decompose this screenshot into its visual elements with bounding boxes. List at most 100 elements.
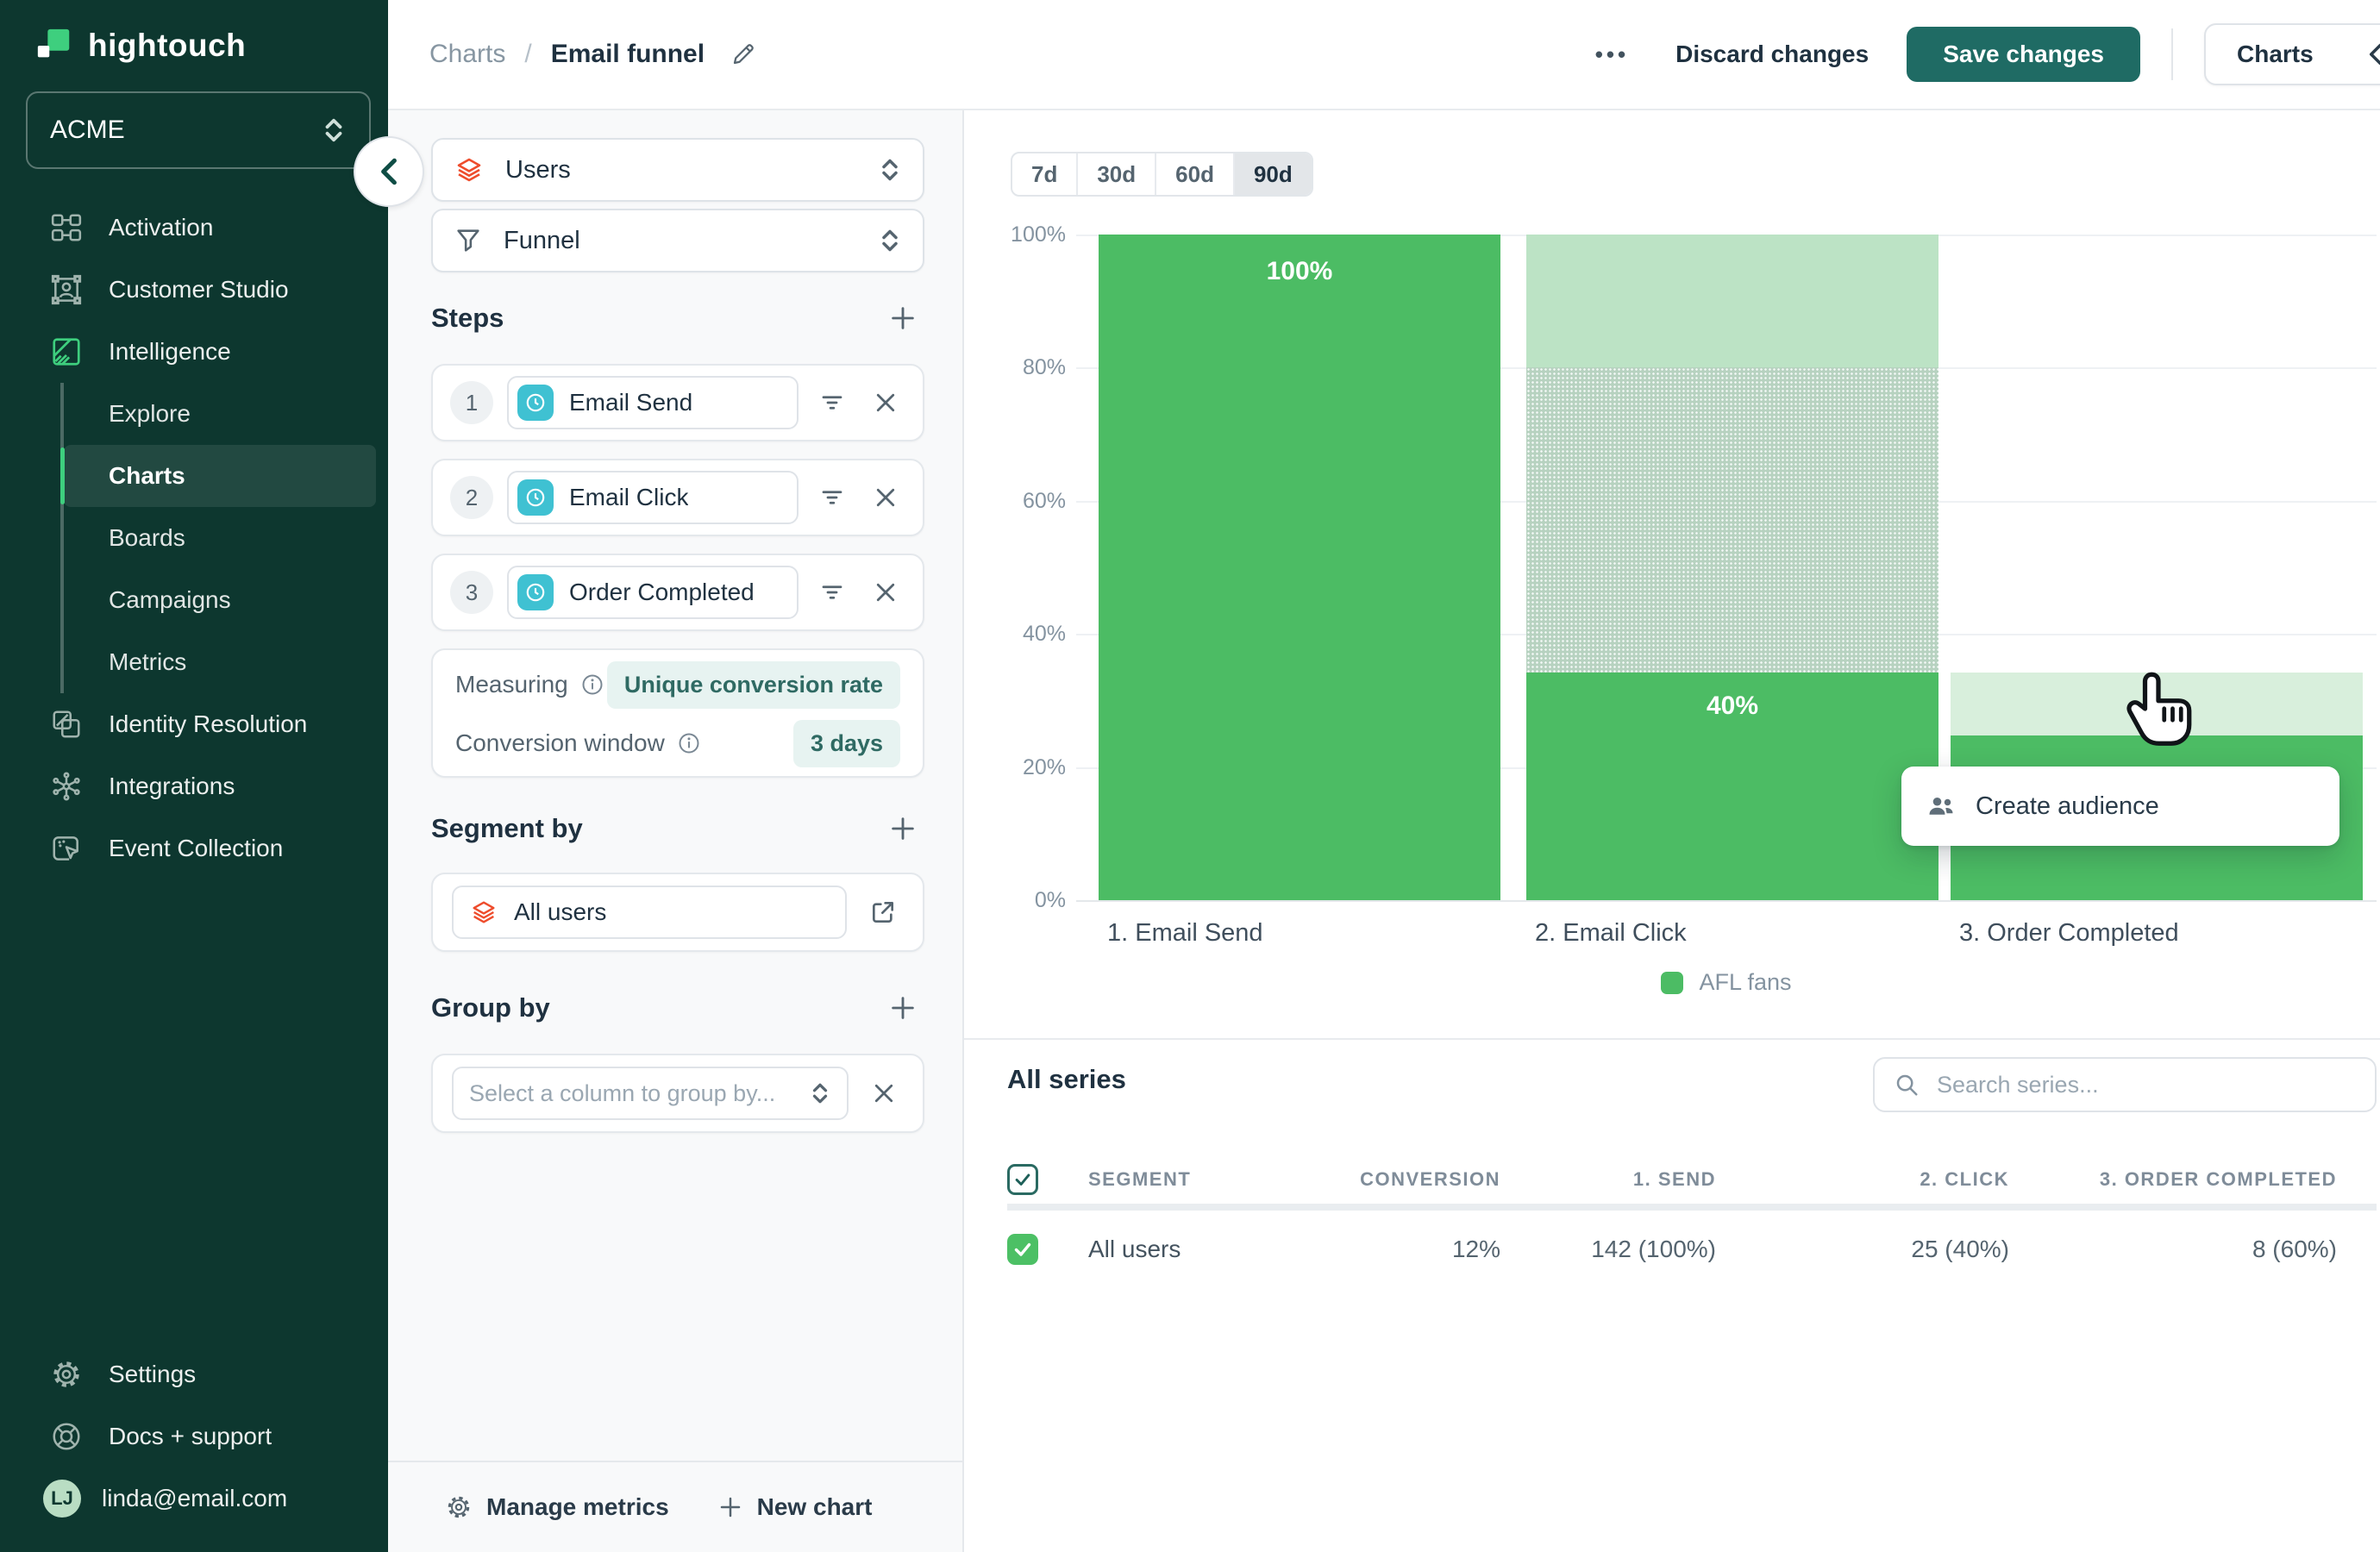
step-row-2: 2 Email Click [431, 459, 924, 536]
add-segment-button[interactable] [881, 807, 924, 850]
range-60d-button[interactable]: 60d [1155, 153, 1233, 195]
event-clock-icon [517, 385, 554, 421]
remove-step-icon[interactable] [866, 478, 905, 517]
create-audience-label: Create audience [1976, 792, 2159, 821]
search-series-input[interactable] [1935, 1071, 2356, 1099]
chart-type-select[interactable]: Funnel [431, 209, 924, 272]
sidebar-item-docs-support[interactable]: Docs + support [0, 1405, 388, 1468]
step-event-name: Email Send [569, 389, 692, 416]
config-footer: Manage metrics New chart [388, 1461, 962, 1552]
chart-config-panel: Users Funnel Steps [388, 110, 964, 1552]
steps-title: Steps [431, 303, 504, 334]
sidebar-item-event-collection[interactable]: Event Collection [0, 817, 388, 879]
sidebar-item-activation[interactable]: Activation [0, 197, 388, 259]
charts-panel-label: Charts [2237, 41, 2314, 68]
select-all-checkbox[interactable] [1007, 1164, 1038, 1195]
segment-value: All users [514, 898, 606, 926]
avatar: LJ [43, 1480, 81, 1518]
range-90d-button[interactable]: 90d [1233, 153, 1312, 195]
sidebar-item-label: Metrics [109, 648, 186, 676]
funnel-bar-email-click-selected-dropoff[interactable] [1526, 367, 1938, 673]
funnel-bar-email-click-converted[interactable]: 40% [1526, 673, 1938, 900]
add-step-button[interactable] [881, 297, 924, 340]
save-changes-button[interactable]: Save changes [1907, 27, 2140, 82]
sidebar-item-identity-resolution[interactable]: Identity Resolution [0, 693, 388, 755]
identity-resolution-icon [50, 708, 83, 741]
step-event-select[interactable]: Email Click [507, 471, 799, 524]
filter-icon[interactable] [812, 478, 852, 517]
sidebar-item-intelligence[interactable]: Intelligence [0, 321, 388, 383]
column-header-conversion[interactable]: CONVERSION [1347, 1168, 1500, 1191]
sidebar-item-label: Boards [109, 524, 185, 552]
discard-changes-button[interactable]: Discard changes [1638, 41, 1907, 68]
funnel-bar-email-send[interactable]: 100% [1099, 235, 1500, 900]
info-icon[interactable] [677, 731, 701, 755]
y-axis-tick: 100% [971, 222, 1066, 247]
new-chart-button[interactable]: New chart [717, 1493, 873, 1521]
step-event-select[interactable]: Order Completed [507, 566, 799, 619]
new-chart-label: New chart [757, 1493, 873, 1521]
sidebar-item-boards[interactable]: Boards [64, 507, 376, 569]
remove-step-icon[interactable] [866, 383, 905, 422]
sidebar-item-label: Customer Studio [109, 276, 289, 304]
sidebar-item-account[interactable]: LJ linda@email.com [0, 1468, 388, 1530]
cell-click: 25 (40%) [1716, 1236, 2009, 1263]
chevron-updown-icon [809, 1080, 831, 1106]
sidebar-item-integrations[interactable]: Integrations [0, 755, 388, 817]
create-audience-menu-item[interactable]: Create audience [1901, 767, 2339, 846]
search-series-box[interactable] [1873, 1057, 2377, 1112]
workspace-selector[interactable]: ACME [26, 91, 371, 169]
y-axis-tick: 20% [971, 755, 1066, 780]
group-by-placeholder: Select a column to group by... [469, 1080, 775, 1107]
sidebar-item-customer-studio[interactable]: Customer Studio [0, 259, 388, 321]
sidebar-item-metrics[interactable]: Metrics [64, 631, 376, 693]
step-event-name: Email Click [569, 484, 688, 511]
sidebar-item-explore[interactable]: Explore [64, 383, 376, 445]
sidebar-item-campaigns[interactable]: Campaigns [64, 569, 376, 631]
parent-model-select[interactable]: Users [431, 138, 924, 202]
group-by-header: Group by [431, 986, 924, 1029]
legend-swatch [1661, 972, 1683, 994]
sidebar-bottom: Settings Docs + support LJ linda@email.c… [0, 1343, 388, 1530]
edit-pencil-icon[interactable] [723, 34, 763, 74]
chart-legend[interactable]: AFL fans [1076, 969, 2377, 996]
info-icon[interactable] [580, 673, 604, 697]
conversion-window-row: Conversion window 3 days [433, 714, 923, 773]
group-by-select[interactable]: Select a column to group by... [452, 1067, 849, 1120]
sidebar-item-charts[interactable]: Charts [64, 445, 376, 507]
range-30d-button[interactable]: 30d [1076, 153, 1155, 195]
sidebar-item-settings[interactable]: Settings [0, 1343, 388, 1405]
more-options-button[interactable]: ••• [1587, 33, 1638, 77]
column-header-order-completed[interactable]: 3. ORDER COMPLETED [2009, 1168, 2337, 1191]
funnel-icon [454, 226, 483, 255]
column-header-send[interactable]: 1. SEND [1500, 1168, 1716, 1191]
collapse-panel-button[interactable] [354, 136, 424, 207]
add-group-button[interactable] [881, 986, 924, 1029]
y-axis-tick: 0% [971, 888, 1066, 913]
user-email: linda@email.com [102, 1485, 287, 1512]
funnel-bar-order-completed-dropoff[interactable] [1951, 673, 2363, 735]
filter-icon[interactable] [812, 573, 852, 612]
column-header-segment[interactable]: SEGMENT [1088, 1168, 1347, 1191]
manage-metrics-button[interactable]: Manage metrics [445, 1493, 669, 1521]
bar-value-label: 100% [1099, 257, 1500, 286]
breadcrumb-charts-link[interactable]: Charts [429, 40, 505, 69]
conversion-window-value-pill[interactable]: 3 days [793, 720, 900, 767]
row-checkbox[interactable] [1007, 1234, 1038, 1265]
step-event-select[interactable]: Email Send [507, 376, 799, 429]
remove-step-icon[interactable] [866, 573, 905, 612]
measuring-value-pill[interactable]: Unique conversion rate [607, 661, 900, 709]
series-table-row[interactable]: All users 12% 142 (100%) 25 (40%) 8 (60%… [1007, 1219, 2337, 1280]
sidebar-item-label: Charts [109, 462, 185, 490]
remove-group-icon[interactable] [864, 1073, 904, 1113]
external-link-icon[interactable] [862, 892, 904, 933]
column-header-click[interactable]: 2. CLICK [1716, 1168, 2009, 1191]
parent-model-value: Users [505, 156, 857, 185]
segment-select[interactable]: All users [452, 886, 847, 939]
sidebar-item-label: Explore [109, 400, 191, 428]
range-7d-button[interactable]: 7d [1012, 153, 1076, 195]
cell-conversion: 12% [1347, 1236, 1500, 1263]
charts-panel-toggle-button[interactable]: Charts [2204, 23, 2380, 85]
filter-icon[interactable] [812, 383, 852, 422]
funnel-bar-email-click-dropoff-top[interactable] [1526, 235, 1938, 367]
